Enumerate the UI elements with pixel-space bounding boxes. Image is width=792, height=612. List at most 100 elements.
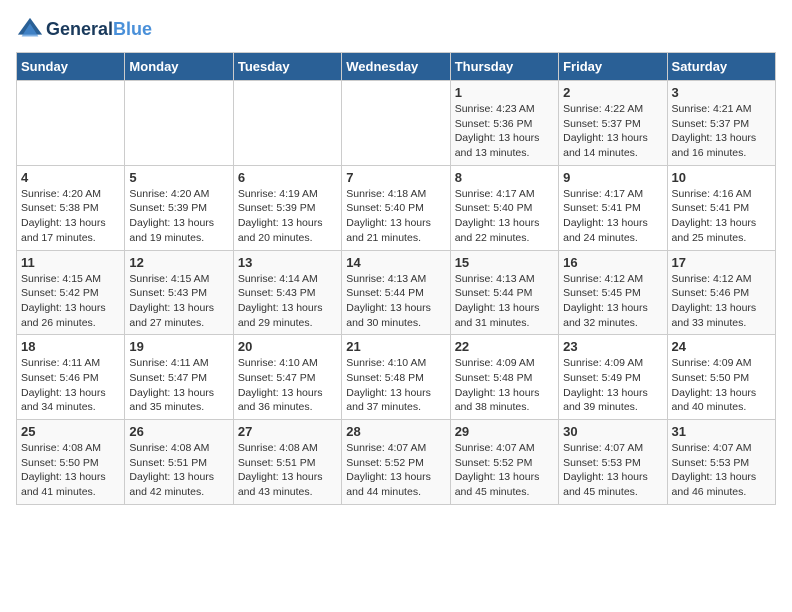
calendar-cell: 7 Sunrise: 4:18 AMSunset: 5:40 PMDaylight… — [342, 165, 450, 250]
calendar-cell: 31 Sunrise: 4:07 AMSunset: 5:53 PMDayligh… — [667, 420, 775, 505]
day-number: 14 — [346, 255, 445, 270]
logo: GeneralBlue — [16, 16, 152, 44]
weekday-header-row: SundayMondayTuesdayWednesdayThursdayFrid… — [17, 53, 776, 81]
calendar-cell: 10 Sunrise: 4:16 AMSunset: 5:41 PMDayligh… — [667, 165, 775, 250]
weekday-header-wednesday: Wednesday — [342, 53, 450, 81]
calendar-cell: 14 Sunrise: 4:13 AMSunset: 5:44 PMDayligh… — [342, 250, 450, 335]
day-number: 23 — [563, 339, 662, 354]
day-info: Sunrise: 4:08 AMSunset: 5:51 PMDaylight:… — [238, 441, 337, 500]
day-number: 11 — [21, 255, 120, 270]
calendar-cell: 24 Sunrise: 4:09 AMSunset: 5:50 PMDayligh… — [667, 335, 775, 420]
day-number: 16 — [563, 255, 662, 270]
calendar-cell: 20 Sunrise: 4:10 AMSunset: 5:47 PMDayligh… — [233, 335, 341, 420]
day-number: 10 — [672, 170, 771, 185]
day-info: Sunrise: 4:08 AMSunset: 5:51 PMDaylight:… — [129, 441, 228, 500]
day-number: 9 — [563, 170, 662, 185]
calendar-cell: 8Sunrise: 4:17 AMSunset: 5:40 PMDaylight… — [450, 165, 558, 250]
day-info: Sunrise: 4:11 AMSunset: 5:47 PMDaylight:… — [129, 356, 228, 415]
weekday-header-saturday: Saturday — [667, 53, 775, 81]
calendar-cell: 28 Sunrise: 4:07 AMSunset: 5:52 PMDayligh… — [342, 420, 450, 505]
calendar-cell: 25Sunrise: 4:08 AMSunset: 5:50 PMDayligh… — [17, 420, 125, 505]
day-info: Sunrise: 4:20 AMSunset: 5:39 PMDaylight:… — [129, 187, 228, 246]
week-row-2: 4 Sunrise: 4:20 AMSunset: 5:38 PMDaylight… — [17, 165, 776, 250]
day-info: Sunrise: 4:15 AMSunset: 5:43 PMDaylight:… — [129, 272, 228, 331]
calendar-cell: 19Sunrise: 4:11 AMSunset: 5:47 PMDayligh… — [125, 335, 233, 420]
day-info: Sunrise: 4:14 AMSunset: 5:43 PMDaylight:… — [238, 272, 337, 331]
calendar-cell — [17, 81, 125, 166]
weekday-header-sunday: Sunday — [17, 53, 125, 81]
calendar-cell: 5 Sunrise: 4:20 AMSunset: 5:39 PMDaylight… — [125, 165, 233, 250]
calendar-cell: 23 Sunrise: 4:09 AMSunset: 5:49 PMDayligh… — [559, 335, 667, 420]
week-row-4: 18Sunrise: 4:11 AMSunset: 5:46 PMDayligh… — [17, 335, 776, 420]
calendar-cell: 29Sunrise: 4:07 AMSunset: 5:52 PMDayligh… — [450, 420, 558, 505]
calendar-cell: 12 Sunrise: 4:15 AMSunset: 5:43 PMDayligh… — [125, 250, 233, 335]
calendar-cell — [342, 81, 450, 166]
day-info: Sunrise: 4:23 AMSunset: 5:36 PMDaylight:… — [455, 102, 554, 161]
calendar-cell: 1 Sunrise: 4:23 AMSunset: 5:36 PMDaylight… — [450, 81, 558, 166]
day-info: Sunrise: 4:15 AMSunset: 5:42 PMDaylight:… — [21, 272, 120, 331]
day-info: Sunrise: 4:08 AMSunset: 5:50 PMDaylight:… — [21, 441, 120, 500]
calendar-cell: 27 Sunrise: 4:08 AMSunset: 5:51 PMDayligh… — [233, 420, 341, 505]
day-info: Sunrise: 4:20 AMSunset: 5:38 PMDaylight:… — [21, 187, 120, 246]
calendar-cell: 16Sunrise: 4:12 AMSunset: 5:45 PMDayligh… — [559, 250, 667, 335]
calendar-cell: 26 Sunrise: 4:08 AMSunset: 5:51 PMDayligh… — [125, 420, 233, 505]
week-row-3: 11 Sunrise: 4:15 AMSunset: 5:42 PMDayligh… — [17, 250, 776, 335]
weekday-header-monday: Monday — [125, 53, 233, 81]
day-info: Sunrise: 4:22 AMSunset: 5:37 PMDaylight:… — [563, 102, 662, 161]
day-number: 12 — [129, 255, 228, 270]
calendar-table: SundayMondayTuesdayWednesdayThursdayFrid… — [16, 52, 776, 505]
calendar-cell: 6Sunrise: 4:19 AMSunset: 5:39 PMDaylight… — [233, 165, 341, 250]
day-info: Sunrise: 4:17 AMSunset: 5:40 PMDaylight:… — [455, 187, 554, 246]
calendar-cell: 21Sunrise: 4:10 AMSunset: 5:48 PMDayligh… — [342, 335, 450, 420]
day-info: Sunrise: 4:19 AMSunset: 5:39 PMDaylight:… — [238, 187, 337, 246]
calendar-cell: 3 Sunrise: 4:21 AMSunset: 5:37 PMDaylight… — [667, 81, 775, 166]
day-info: Sunrise: 4:12 AMSunset: 5:46 PMDaylight:… — [672, 272, 771, 331]
weekday-header-thursday: Thursday — [450, 53, 558, 81]
calendar-cell: 18Sunrise: 4:11 AMSunset: 5:46 PMDayligh… — [17, 335, 125, 420]
weekday-header-tuesday: Tuesday — [233, 53, 341, 81]
day-info: Sunrise: 4:07 AMSunset: 5:52 PMDaylight:… — [346, 441, 445, 500]
day-info: Sunrise: 4:16 AMSunset: 5:41 PMDaylight:… — [672, 187, 771, 246]
day-number: 26 — [129, 424, 228, 439]
day-info: Sunrise: 4:13 AMSunset: 5:44 PMDaylight:… — [346, 272, 445, 331]
day-number: 20 — [238, 339, 337, 354]
calendar-cell: 2Sunrise: 4:22 AMSunset: 5:37 PMDaylight… — [559, 81, 667, 166]
day-info: Sunrise: 4:13 AMSunset: 5:44 PMDaylight:… — [455, 272, 554, 331]
calendar-cell: 11 Sunrise: 4:15 AMSunset: 5:42 PMDayligh… — [17, 250, 125, 335]
day-number: 7 — [346, 170, 445, 185]
day-number: 5 — [129, 170, 228, 185]
day-number: 1 — [455, 85, 554, 100]
calendar-cell: 30 Sunrise: 4:07 AMSunset: 5:53 PMDayligh… — [559, 420, 667, 505]
day-number: 18 — [21, 339, 120, 354]
calendar-cell: 15Sunrise: 4:13 AMSunset: 5:44 PMDayligh… — [450, 250, 558, 335]
calendar-cell — [125, 81, 233, 166]
day-number: 21 — [346, 339, 445, 354]
day-number: 29 — [455, 424, 554, 439]
calendar-cell — [233, 81, 341, 166]
day-number: 31 — [672, 424, 771, 439]
day-number: 30 — [563, 424, 662, 439]
day-info: Sunrise: 4:21 AMSunset: 5:37 PMDaylight:… — [672, 102, 771, 161]
day-number: 24 — [672, 339, 771, 354]
calendar-cell: 9 Sunrise: 4:17 AMSunset: 5:41 PMDaylight… — [559, 165, 667, 250]
day-number: 3 — [672, 85, 771, 100]
calendar-cell: 4 Sunrise: 4:20 AMSunset: 5:38 PMDaylight… — [17, 165, 125, 250]
day-number: 4 — [21, 170, 120, 185]
day-info: Sunrise: 4:18 AMSunset: 5:40 PMDaylight:… — [346, 187, 445, 246]
day-number: 28 — [346, 424, 445, 439]
logo-text: GeneralBlue — [46, 20, 152, 40]
week-row-1: 1 Sunrise: 4:23 AMSunset: 5:36 PMDaylight… — [17, 81, 776, 166]
logo-icon — [16, 16, 44, 44]
day-number: 17 — [672, 255, 771, 270]
day-info: Sunrise: 4:09 AMSunset: 5:50 PMDaylight:… — [672, 356, 771, 415]
day-info: Sunrise: 4:17 AMSunset: 5:41 PMDaylight:… — [563, 187, 662, 246]
day-number: 27 — [238, 424, 337, 439]
day-info: Sunrise: 4:07 AMSunset: 5:53 PMDaylight:… — [563, 441, 662, 500]
day-info: Sunrise: 4:09 AMSunset: 5:48 PMDaylight:… — [455, 356, 554, 415]
week-row-5: 25Sunrise: 4:08 AMSunset: 5:50 PMDayligh… — [17, 420, 776, 505]
day-number: 22 — [455, 339, 554, 354]
day-info: Sunrise: 4:10 AMSunset: 5:47 PMDaylight:… — [238, 356, 337, 415]
day-info: Sunrise: 4:09 AMSunset: 5:49 PMDaylight:… — [563, 356, 662, 415]
day-info: Sunrise: 4:07 AMSunset: 5:53 PMDaylight:… — [672, 441, 771, 500]
calendar-cell: 22 Sunrise: 4:09 AMSunset: 5:48 PMDayligh… — [450, 335, 558, 420]
